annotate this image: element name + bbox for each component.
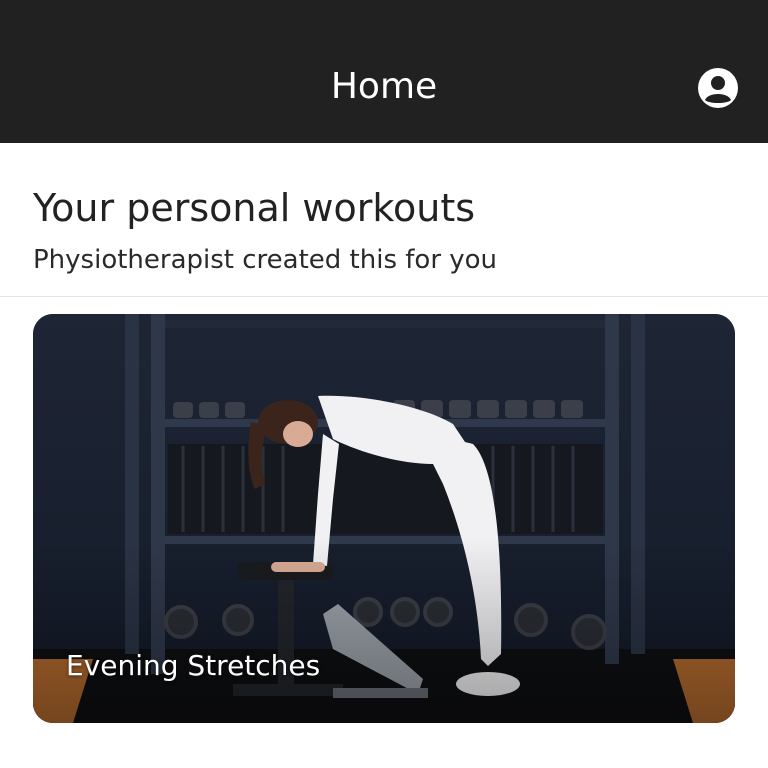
workout-card[interactable]: Evening Stretches bbox=[33, 314, 735, 723]
page-title: Home bbox=[330, 66, 438, 107]
section-subtitle: Physiotherapist created this for you bbox=[33, 245, 498, 275]
app-bar: Home bbox=[0, 0, 768, 143]
divider bbox=[0, 296, 768, 297]
account-button[interactable] bbox=[697, 67, 739, 109]
section-title: Your personal workouts bbox=[33, 186, 476, 230]
account-circle-icon bbox=[698, 68, 738, 108]
workout-title: Evening Stretches bbox=[66, 649, 321, 682]
